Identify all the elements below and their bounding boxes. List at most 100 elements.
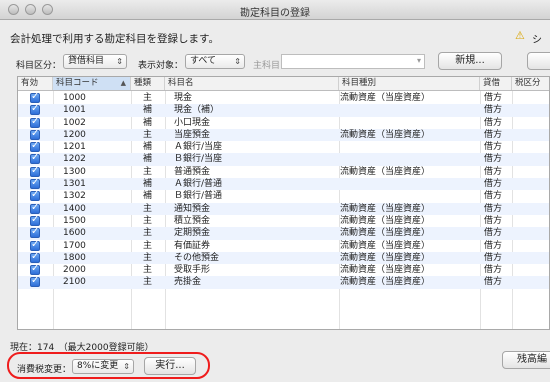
table-row[interactable]: 1000 主 現金 流動資産（当座資産） 借方: [18, 91, 549, 104]
enabled-checkbox[interactable]: [30, 177, 40, 190]
debit-credit-cell: 借方: [484, 203, 503, 214]
kind-cell: 主: [143, 265, 153, 276]
col-account-name[interactable]: 科目名: [165, 77, 339, 90]
enabled-checkbox[interactable]: [30, 140, 40, 153]
account-code-cell: 2000: [63, 265, 86, 276]
col-kind[interactable]: 種類: [131, 77, 165, 90]
table-row[interactable]: 1500 主 積立預金 流動資産（当座資産） 借方: [18, 214, 549, 227]
display-label: 表示対象：: [138, 61, 184, 71]
account-name-cell: その他預金: [174, 252, 220, 263]
execute-button[interactable]: 実行...: [144, 357, 196, 375]
kind-cell: 補: [143, 191, 153, 202]
debit-credit-cell: 借方: [484, 142, 503, 153]
chevron-updown-icon: ⇕: [116, 57, 123, 66]
account-code-cell: 1700: [63, 240, 86, 251]
title-bar: 勘定科目の登録: [0, 0, 550, 20]
account-type-cell: 流動資産（当座資産）: [340, 93, 431, 103]
table-row[interactable]: 2100 主 売掛金 流動資産（当座資産） 借方: [18, 275, 549, 289]
enabled-checkbox[interactable]: [30, 239, 40, 251]
debit-credit-cell: 借方: [484, 191, 503, 202]
category-select[interactable]: 貸借科目 ⇕: [63, 54, 127, 69]
balance-edit-button[interactable]: 残高編: [502, 351, 550, 369]
table-row[interactable]: 2000 主 受取手形 流動資産（当座資産） 借方: [18, 263, 549, 276]
display-select[interactable]: すべて ⇕: [185, 54, 245, 69]
account-name-cell: 普通預金: [174, 166, 211, 177]
enabled-checkbox[interactable]: [30, 275, 40, 288]
secondary-button[interactable]: [527, 52, 550, 70]
notice-text: シ: [532, 35, 542, 46]
main-account-field[interactable]: ▾: [281, 54, 425, 69]
kind-cell: 補: [143, 142, 153, 153]
sort-ascending-icon: ▲: [120, 79, 126, 87]
table-row[interactable]: 1001 補 現金（補） 借方: [18, 103, 549, 117]
table-row[interactable]: 1400 主 通知預金 流動資産（当座資産） 借方: [18, 202, 549, 215]
account-name-cell: 有価証券: [174, 240, 211, 251]
tax-change-select[interactable]: 8%に変更 ⇕: [72, 359, 134, 374]
account-type-cell: 流動資産（当座資産）: [340, 240, 431, 251]
enabled-checkbox[interactable]: [30, 116, 40, 128]
enabled-checkbox[interactable]: [30, 165, 40, 177]
debit-credit-cell: 借方: [484, 228, 503, 239]
enabled-checkbox[interactable]: [30, 263, 40, 276]
table-row[interactable]: 1700 主 有価証券 流動資産（当座資産） 借方: [18, 239, 549, 252]
account-code-cell: 1000: [63, 93, 86, 103]
kind-cell: 主: [143, 129, 153, 140]
enabled-checkbox[interactable]: [30, 91, 40, 103]
account-code-cell: 1302: [63, 191, 86, 202]
account-name-cell: 売掛金: [174, 277, 202, 288]
enabled-checkbox[interactable]: [30, 214, 40, 226]
kind-cell: 主: [143, 228, 153, 239]
table-row[interactable]: 1300 主 普通預金 流動資産（当座資産） 借方: [18, 165, 549, 178]
debit-credit-cell: 借方: [484, 215, 503, 226]
enabled-checkbox[interactable]: [30, 251, 40, 263]
debit-credit-cell: 借方: [484, 105, 503, 116]
account-type-cell: 流動資産（当座資産）: [340, 203, 431, 214]
account-name-cell: 当座預金: [174, 129, 211, 140]
debit-credit-cell: 借方: [484, 179, 503, 190]
enabled-checkbox[interactable]: [30, 189, 40, 202]
table-row[interactable]: 1200 主 当座預金 流動資産（当座資産） 借方: [18, 128, 549, 142]
kind-cell: 補: [143, 117, 153, 128]
enabled-checkbox[interactable]: [30, 202, 40, 214]
table-row[interactable]: 1301 補 Ａ銀行/普通 借方: [18, 177, 549, 191]
table-row[interactable]: 1201 補 Ａ銀行/当座 借方: [18, 140, 549, 153]
chevron-updown-icon: ⇕: [234, 57, 241, 66]
col-tax-class[interactable]: 税区分: [512, 77, 549, 90]
enabled-checkbox[interactable]: [30, 152, 40, 165]
kind-cell: 主: [143, 203, 153, 214]
account-name-cell: 受取手形: [174, 265, 211, 276]
enabled-checkbox[interactable]: [30, 128, 40, 140]
account-code-cell: 1200: [63, 129, 86, 140]
table-row[interactable]: 1302 補 Ｂ銀行/普通 借方: [18, 189, 549, 202]
col-enabled[interactable]: 有効: [18, 77, 53, 90]
account-code-cell: 1301: [63, 179, 86, 190]
account-name-cell: Ｂ銀行/当座: [174, 154, 223, 165]
account-code-cell: 1600: [63, 228, 86, 239]
table-row[interactable]: 1202 補 Ｂ銀行/当座 借方: [18, 152, 549, 166]
kind-cell: 補: [143, 179, 153, 190]
debit-credit-cell: 借方: [484, 265, 503, 276]
account-type-cell: 流動資産（当座資産）: [340, 166, 431, 177]
table-row[interactable]: 1600 主 定期預金 流動資産（当座資産） 借方: [18, 226, 549, 240]
account-code-cell: 1002: [63, 117, 86, 128]
col-account-type[interactable]: 科目種別: [339, 77, 480, 90]
table-body: 1000主現金流動資産（当座資産）借方1001補現金（補）借方1002補小口現金…: [18, 91, 549, 289]
table-row[interactable]: 1002 補 小口現金 借方: [18, 116, 549, 129]
new-button[interactable]: 新規...: [438, 52, 502, 70]
account-code-cell: 1201: [63, 142, 86, 153]
account-type-cell: 流動資産（当座資産）: [340, 277, 431, 288]
kind-cell: 主: [143, 277, 153, 288]
kind-cell: 主: [143, 240, 153, 251]
debit-credit-cell: 借方: [484, 93, 503, 103]
debit-credit-cell: 借方: [484, 252, 503, 263]
col-debit-credit[interactable]: 貸借: [480, 77, 512, 90]
account-type-cell: 流動資産（当座資産）: [340, 228, 431, 239]
enabled-checkbox[interactable]: [30, 103, 40, 116]
account-name-cell: Ａ銀行/普通: [174, 179, 223, 190]
table-row[interactable]: 1800 主 その他預金 流動資産（当座資産） 借方: [18, 251, 549, 265]
account-code-cell: 1202: [63, 154, 86, 165]
account-name-cell: 定期預金: [174, 228, 211, 239]
debit-credit-cell: 借方: [484, 117, 503, 128]
col-account-code[interactable]: 科目コード ▲: [53, 77, 131, 90]
enabled-checkbox[interactable]: [30, 226, 40, 239]
